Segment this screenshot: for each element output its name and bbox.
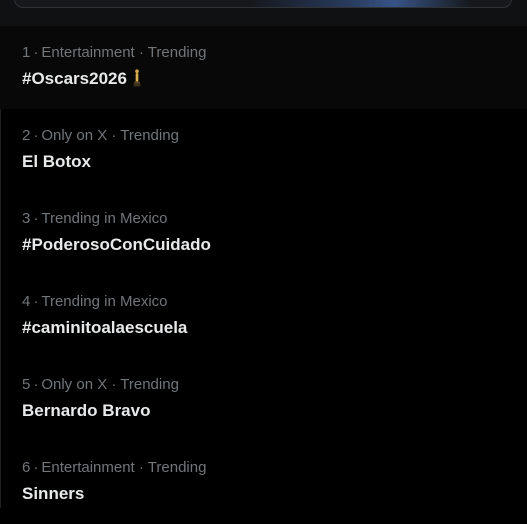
trend-meta: 3 · Trending in Mexico xyxy=(22,209,168,229)
trend-rank: 2 xyxy=(22,127,31,144)
trend-separator: · xyxy=(33,376,39,393)
trend-rank: 6 xyxy=(22,459,31,476)
trend-name: #caminitoalaescuela xyxy=(22,318,188,337)
trend-separator: · xyxy=(33,459,39,476)
top-strip xyxy=(0,0,527,26)
trend-rank: 5 xyxy=(22,376,31,393)
trend-context: Trending in Mexico xyxy=(41,293,168,310)
trend-item[interactable]: 1 · Entertainment · Trending #Oscars2026 xyxy=(0,26,527,109)
trend-separator: · xyxy=(33,210,39,227)
banner-card[interactable] xyxy=(14,0,512,8)
trend-item[interactable]: 4 · Trending in Mexico #caminitoalaescuela xyxy=(0,275,527,358)
trend-rank: 4 xyxy=(22,293,31,310)
trend-context: Only on X · Trending xyxy=(41,127,179,144)
trend-rank: 3 xyxy=(22,210,31,227)
trends-list: 1 · Entertainment · Trending #Oscars2026 2… xyxy=(0,26,527,524)
trend-meta: 5 · Only on X · Trending xyxy=(22,375,179,395)
trend-name: El Botox xyxy=(22,152,91,171)
banner-image xyxy=(251,0,471,7)
trend-name-text: #Oscars2026 xyxy=(22,69,127,88)
trend-rank: 1 xyxy=(22,44,31,61)
trend-meta: 2 · Only on X · Trending xyxy=(22,126,179,146)
trend-name: #PoderosoConCuidado xyxy=(22,235,211,254)
trend-separator: · xyxy=(33,293,39,310)
trend-item[interactable]: 3 · Trending in Mexico #PoderosoConCuidado xyxy=(0,192,527,275)
trend-name: Bernardo Bravo xyxy=(22,401,151,420)
trend-item[interactable]: 6 · Entertainment · Trending Sinners xyxy=(0,441,527,524)
trend-name: #Oscars2026 xyxy=(22,68,141,90)
trend-context: Entertainment · Trending xyxy=(41,44,207,61)
trend-context: Only on X · Trending xyxy=(41,376,179,393)
trend-name: Sinners xyxy=(22,484,85,503)
trend-context: Trending in Mexico xyxy=(41,210,168,227)
trend-meta: 6 · Entertainment · Trending xyxy=(22,458,206,478)
trend-separator: · xyxy=(33,127,39,144)
trend-context: Entertainment · Trending xyxy=(41,459,207,476)
trend-item[interactable]: 5 · Only on X · Trending Bernardo Bravo xyxy=(0,358,527,441)
trend-meta: 1 · Entertainment · Trending xyxy=(22,43,206,63)
oscar-statuette-icon xyxy=(133,69,141,87)
trend-separator: · xyxy=(33,44,39,61)
trend-meta: 4 · Trending in Mexico xyxy=(22,292,168,312)
trend-item[interactable]: 2 · Only on X · Trending El Botox xyxy=(0,109,527,192)
